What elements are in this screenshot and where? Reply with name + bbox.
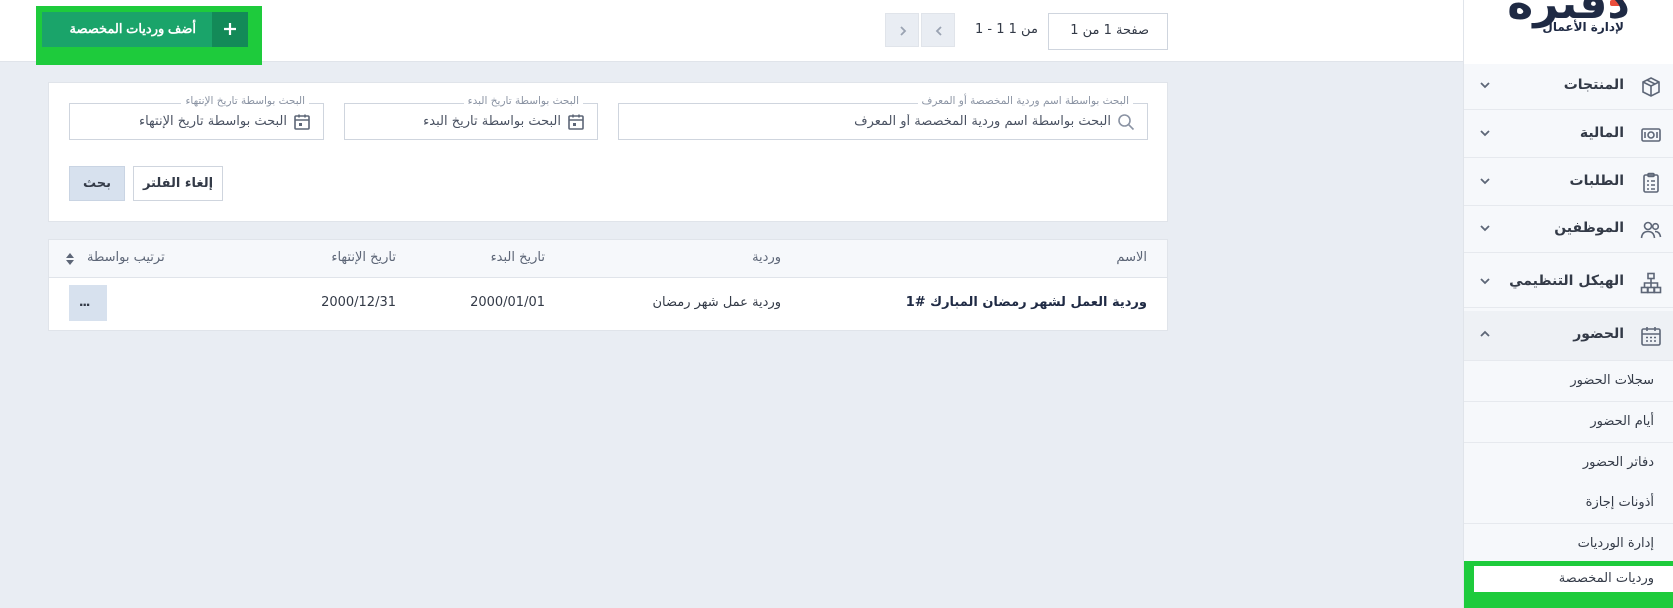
active-item-highlight: ورديات المخصصة <box>1474 566 1673 592</box>
start-date-input[interactable] <box>361 110 561 132</box>
people-icon <box>1640 221 1662 239</box>
sidebar-item-label: الحضور <box>1573 326 1624 342</box>
filter-panel: البحث بواسطة اسم وردية المخصصة أو المعرف… <box>48 82 1168 222</box>
chevron-left-icon <box>935 26 942 36</box>
next-page-button[interactable] <box>885 13 919 47</box>
column-header-name: الاسم <box>1116 250 1147 265</box>
sidebar-item-orders[interactable]: الطلبات <box>1464 160 1673 206</box>
calendar-icon <box>568 114 584 130</box>
logo[interactable]: دفترة لإدارة الأعمال <box>1464 0 1673 64</box>
chevron-down-icon <box>1480 178 1490 185</box>
name-search-field[interactable]: البحث بواسطة اسم وردية المخصصة أو المعرف <box>618 95 1148 140</box>
sidebar-item-label: الطلبات <box>1569 173 1624 189</box>
table-header: الاسم وردية تاريخ البدء تاريخ الإنتهاء ت… <box>49 240 1167 278</box>
sidebar-item-label: المنتجات <box>1563 77 1624 93</box>
money-icon <box>1641 128 1661 142</box>
start-date-field[interactable]: البحث بواسطة تاريخ البدء <box>344 95 598 140</box>
sidebar-item-org-structure[interactable]: الهيكل التنظيمي <box>1464 258 1673 308</box>
sidebar-subitem-label: سجلات الحضور <box>1570 373 1654 388</box>
plus-box <box>212 12 248 47</box>
chevron-down-icon <box>1480 82 1490 89</box>
chevron-down-icon <box>1480 278 1490 285</box>
box-icon <box>1642 77 1660 97</box>
chevron-down-icon <box>1480 225 1490 232</box>
sidebar-item-label: الهيكل التنظيمي <box>1509 273 1624 289</box>
sidebar-item-label: المالية <box>1579 125 1624 141</box>
add-button-highlight: أضف ورديات المخصصة <box>36 6 262 65</box>
cell-start-date: 2000/01/01 <box>470 295 545 310</box>
end-date-legend: البحث بواسطة تاريخ الإنتهاء <box>181 95 309 107</box>
sidebar-subitem-attendance-days[interactable]: أيام الحضور <box>1464 402 1673 443</box>
calendar-icon <box>294 114 310 130</box>
sidebar-subitem-shift-management[interactable]: إدارة الورديات <box>1464 524 1673 565</box>
sort-by-label: ترتيب بواسطة <box>87 250 165 265</box>
sort-by-control[interactable]: ترتيب بواسطة <box>87 250 165 265</box>
sidebar-subitem-custom-shifts[interactable]: ورديات المخصصة <box>1464 561 1673 608</box>
chevron-right-icon <box>900 26 907 36</box>
reset-filter-button[interactable]: إلغاء الفلتر <box>133 166 223 201</box>
sidebar-subitem-attendance-books[interactable]: دفاتر الحضور <box>1464 443 1673 484</box>
chevron-down-icon <box>1480 130 1490 137</box>
cell-shift: وردية عمل شهر رمضان <box>652 295 781 310</box>
sidebar-item-finance[interactable]: المالية <box>1464 112 1673 158</box>
add-button-label: أضف ورديات المخصصة <box>69 21 197 36</box>
sidebar-subitem-label: دفاتر الحضور <box>1582 455 1654 470</box>
row-actions-button[interactable]: ... <box>69 285 107 321</box>
sidebar-subitem-label: أذونات إجازة <box>1585 495 1654 510</box>
sidebar-item-attendance[interactable]: الحضور <box>1464 311 1673 361</box>
more-dots-icon: ... <box>79 293 90 310</box>
previous-page-button[interactable] <box>921 13 955 47</box>
plus-icon <box>224 23 236 35</box>
cell-end-date: 2000/12/31 <box>321 295 396 310</box>
sidebar-item-employees[interactable]: الموظفين <box>1464 207 1673 253</box>
search-button[interactable]: بحث <box>69 166 125 201</box>
sidebar-item-products[interactable]: المنتجات <box>1464 64 1673 110</box>
sidebar-item-label: الموظفين <box>1554 220 1624 236</box>
calendar-icon <box>1641 327 1661 346</box>
name-search-input[interactable] <box>651 110 1111 132</box>
pagination-count: 1 - 1 من 1 <box>975 22 1038 37</box>
start-date-legend: البحث بواسطة تاريخ البدء <box>463 95 583 107</box>
end-date-input[interactable] <box>87 110 287 132</box>
column-header-end-date: تاريخ الإنتهاء <box>331 250 396 265</box>
sidebar-subitem-leave-permissions[interactable]: أذونات إجازة <box>1464 483 1673 524</box>
name-search-legend: البحث بواسطة اسم وردية المخصصة أو المعرف <box>917 95 1133 107</box>
sidebar-subitem-label: إدارة الورديات <box>1577 536 1654 551</box>
org-chart-icon <box>1640 272 1662 294</box>
search-icon <box>1118 114 1135 131</box>
sidebar-subitem-attendance-logs[interactable]: سجلات الحضور <box>1464 361 1673 402</box>
sidebar-subitem-label: أيام الحضور <box>1590 414 1654 429</box>
chevron-up-icon <box>1480 330 1490 337</box>
clipboard-icon <box>1643 172 1659 193</box>
sidebar: دفترة لإدارة الأعمال المنتجات المالية ال… <box>1463 0 1673 608</box>
logo-tagline: لإدارة الأعمال <box>1542 20 1624 34</box>
column-header-shift: وردية <box>752 250 781 265</box>
add-custom-shift-button[interactable]: أضف ورديات المخصصة <box>42 12 248 47</box>
cell-name: وردية العمل لشهر رمضان المبارك #1 <box>905 295 1147 310</box>
top-toolbar: أضف ورديات المخصصة 1 - 1 من 1 صفحة 1 من … <box>0 0 1463 65</box>
column-header-start-date: تاريخ البدء <box>490 250 545 265</box>
sidebar-subitem-label: ورديات المخصصة <box>1558 571 1654 586</box>
custom-shifts-table: الاسم وردية تاريخ البدء تاريخ الإنتهاء ت… <box>48 239 1168 331</box>
sort-icon[interactable] <box>65 252 75 266</box>
page-select[interactable]: صفحة 1 من 1 <box>1048 13 1168 50</box>
page-select-value: صفحة 1 من 1 <box>1070 23 1149 38</box>
end-date-field[interactable]: البحث بواسطة تاريخ الإنتهاء <box>69 95 324 140</box>
